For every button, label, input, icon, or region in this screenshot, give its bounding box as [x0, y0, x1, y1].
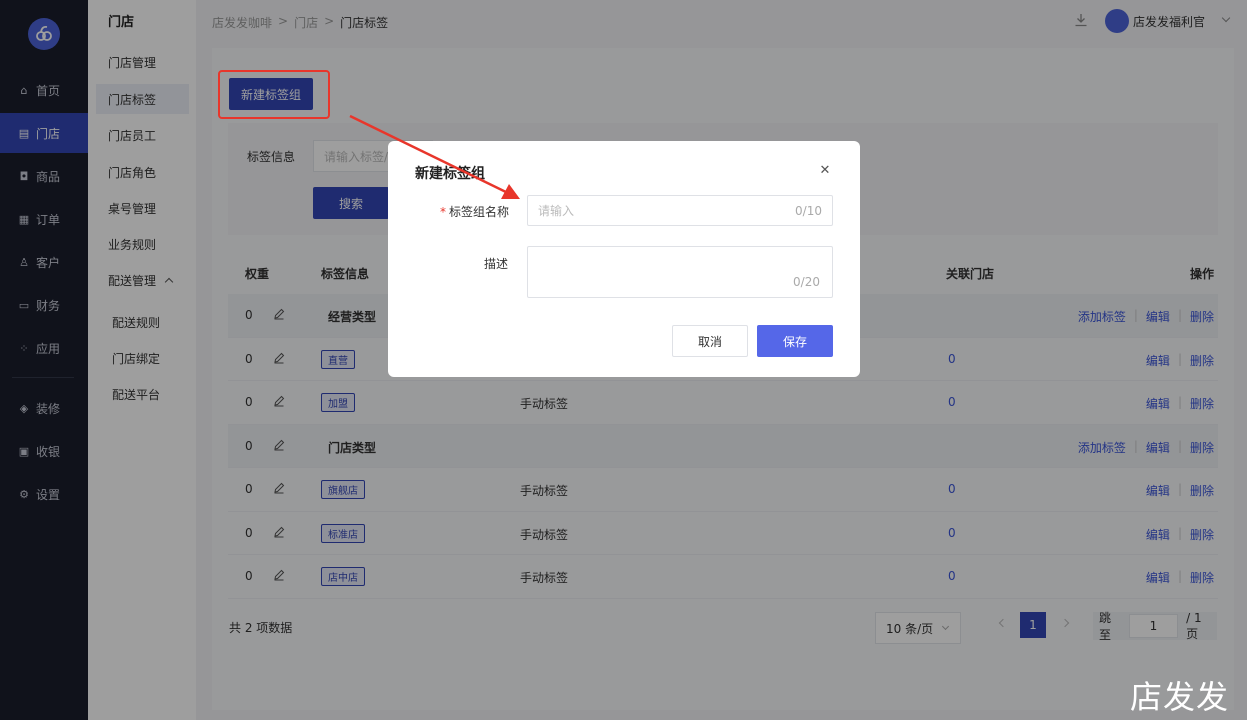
dialog-title: 新建标签组 — [415, 166, 485, 182]
group-name-counter: 0/10 — [795, 204, 822, 218]
description-label: 描述 — [484, 257, 509, 271]
annotation-highlight-box — [218, 70, 330, 119]
watermark-text: 店发发 — [1130, 678, 1230, 716]
new-tag-group-dialog: 新建标签组 ✕ * 标签组名称 请输入 0/10 描述 0/20 取消 保存 — [388, 141, 860, 377]
group-name-input[interactable]: 请输入 0/10 — [527, 195, 833, 226]
cancel-button[interactable]: 取消 — [672, 325, 748, 357]
save-button[interactable]: 保存 — [757, 325, 833, 357]
description-counter: 0/20 — [793, 275, 820, 289]
close-icon[interactable]: ✕ — [819, 164, 831, 177]
group-name-placeholder: 请输入 — [538, 204, 575, 218]
group-name-label: * 标签组名称 — [440, 203, 509, 220]
description-textarea[interactable]: 0/20 — [527, 246, 833, 298]
required-mark: * — [440, 205, 446, 219]
group-name-label-text: 标签组名称 — [449, 205, 510, 219]
